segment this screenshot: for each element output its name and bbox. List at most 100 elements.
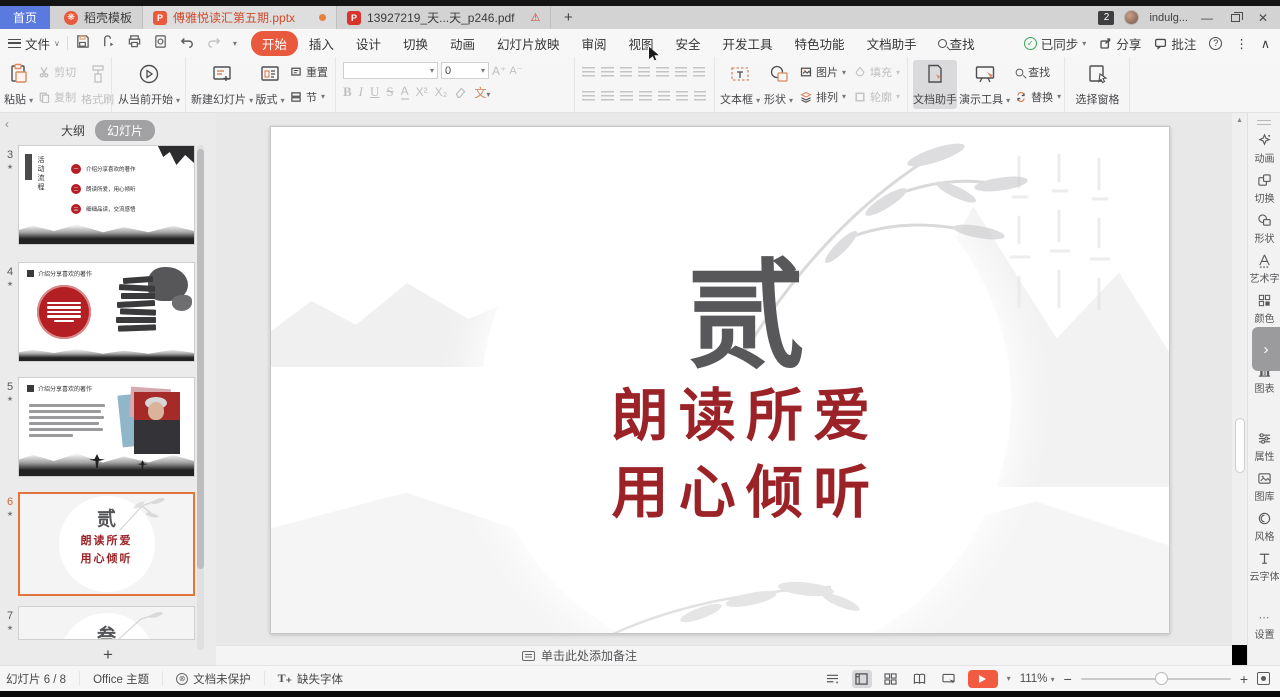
canvas-scrollbar-thumb[interactable]: [1235, 418, 1245, 473]
bold-button[interactable]: B: [343, 84, 352, 100]
sidebar-item-settings[interactable]: ⋯ 设置: [1248, 611, 1280, 641]
paragraph-settings-icon[interactable]: [693, 67, 705, 77]
print-preview-icon[interactable]: [153, 34, 168, 52]
reading-view-button[interactable]: [910, 670, 930, 688]
redo-button[interactable]: [206, 35, 222, 52]
zoom-out-button[interactable]: −: [1064, 671, 1072, 687]
menu-item-security[interactable]: 安全: [665, 31, 712, 56]
export-icon[interactable]: [101, 34, 116, 52]
menu-item-transition[interactable]: 切换: [392, 31, 439, 56]
columns-icon[interactable]: [658, 91, 670, 101]
tab-home[interactable]: 首页: [0, 6, 50, 29]
slide-sorter-button[interactable]: [881, 670, 901, 688]
play-options-caret[interactable]: ▾: [1007, 674, 1011, 683]
menu-item-devtools[interactable]: 开发工具: [712, 31, 784, 56]
user-name[interactable]: indulg...: [1149, 12, 1188, 24]
save-icon[interactable]: [75, 34, 90, 52]
section-button[interactable]: 节▾: [287, 88, 331, 106]
textbox-button[interactable]: 文本框 ▾: [720, 60, 760, 109]
slide-6-thumbnail-selected[interactable]: 贰 朗读所爱 用心倾听: [18, 492, 195, 596]
missing-fonts[interactable]: T₊ 缺失字体: [265, 671, 356, 686]
slides-tab[interactable]: 幻灯片: [95, 120, 155, 141]
doc-assistant-button[interactable]: 文档助手: [913, 60, 957, 109]
text-tool-button[interactable]: 文▾: [474, 84, 490, 101]
tab-presentation-file[interactable]: P 傅雅悦读汇第五期.pptx: [143, 6, 337, 29]
zoom-in-button[interactable]: +: [1240, 671, 1248, 687]
slide-5-thumbnail[interactable]: 介绍分享喜欢的著作: [18, 377, 195, 477]
help-button[interactable]: ?: [1209, 37, 1222, 50]
slide-canvas[interactable]: 贰 朗读所爱 用心倾听: [216, 113, 1232, 645]
font-color-button[interactable]: A: [401, 84, 409, 100]
align-left-icon[interactable]: [582, 91, 595, 101]
qat-customize-caret[interactable]: ▾: [233, 39, 237, 48]
selection-pane-button[interactable]: 选择窗格: [1070, 60, 1125, 109]
comment-button[interactable]: 批注: [1154, 34, 1196, 53]
task-count-badge[interactable]: 2: [1098, 11, 1114, 25]
tab-docer-templates[interactable]: ❋ 稻壳模板: [54, 6, 143, 29]
menu-item-design[interactable]: 设计: [345, 31, 392, 56]
notes-toggle-button[interactable]: [823, 670, 843, 688]
strikethrough-button[interactable]: S: [386, 84, 393, 100]
font-name-combo[interactable]: ▾: [343, 62, 438, 79]
notes-bar[interactable]: 单击此处添加备注: [216, 645, 1232, 665]
justify-icon[interactable]: [639, 91, 652, 101]
menu-item-slideshow[interactable]: 幻灯片放映: [486, 31, 571, 56]
sidebar-item-gallery[interactable]: 图库: [1248, 471, 1280, 503]
fill-button[interactable]: 填充▾: [851, 63, 903, 81]
present-tools-button[interactable]: 演示工具 ▾: [959, 60, 1010, 109]
replace-button[interactable]: 替换▾: [1012, 88, 1064, 106]
undo-button[interactable]: [179, 35, 195, 52]
sidebar-item-wordart[interactable]: 艺术字: [1248, 253, 1280, 285]
zoom-level[interactable]: 111% ▾: [1020, 673, 1055, 685]
outline-tab[interactable]: 大纲: [61, 122, 85, 139]
menu-item-insert[interactable]: 插入: [298, 31, 345, 56]
shrink-text-icon[interactable]: [676, 91, 688, 101]
menu-item-doc-assistant[interactable]: 文档助手: [856, 31, 928, 56]
superscript-button[interactable]: X²: [416, 85, 428, 99]
menu-item-home[interactable]: 开始: [251, 31, 298, 56]
slide-title-line-2[interactable]: 用心倾听: [611, 455, 880, 532]
user-avatar[interactable]: [1124, 10, 1139, 25]
menu-item-animation[interactable]: 动画: [439, 31, 486, 56]
sidebar-item-shapes[interactable]: 形状: [1248, 213, 1280, 245]
canvas-scrollbar[interactable]: ▲: [1232, 113, 1247, 645]
sync-status[interactable]: ✓ 已同步 ▾: [1024, 34, 1087, 53]
italic-button[interactable]: I: [359, 84, 363, 100]
panel-scrollbar[interactable]: [197, 145, 204, 650]
sidebar-item-properties[interactable]: 属性: [1248, 431, 1280, 463]
menu-item-view[interactable]: 视图: [618, 31, 665, 56]
play-from-current-button[interactable]: 从当前开始 ▾: [117, 60, 181, 109]
print-icon[interactable]: [127, 34, 142, 52]
picture-button[interactable]: 图片▾: [797, 63, 849, 81]
collapse-ribbon-button[interactable]: ∧: [1261, 36, 1270, 51]
font-size-combo[interactable]: 0▾: [441, 62, 489, 79]
slide-title-line-1[interactable]: 朗读所爱: [611, 378, 880, 455]
section-number-text[interactable]: 贰: [687, 254, 805, 378]
cut-button[interactable]: 剪切: [35, 63, 79, 81]
clear-format-icon[interactable]: [454, 86, 467, 99]
bullet-list-icon[interactable]: [582, 67, 595, 77]
restore-button[interactable]: [1226, 11, 1244, 25]
sidebar-item-cloud-fonts[interactable]: 云字体: [1248, 551, 1280, 583]
outline-button[interactable]: 轮廓▾: [851, 88, 903, 106]
document-protection[interactable]: ⊗ 文档未保护: [163, 671, 265, 686]
reset-button[interactable]: 重置: [287, 63, 331, 81]
slideshow-play-button[interactable]: [968, 670, 998, 688]
more-menu-button[interactable]: ⋮: [1235, 36, 1248, 51]
theme-name[interactable]: Office 主题: [80, 671, 163, 686]
share-button[interactable]: 分享: [1099, 34, 1141, 53]
sidebar-drag-handle[interactable]: [1257, 120, 1271, 125]
copy-button[interactable]: 复制: [35, 88, 79, 106]
shapes-button[interactable]: 形状 ▾: [762, 60, 795, 109]
expand-panel-button[interactable]: ›: [1252, 327, 1280, 371]
slide-text-block[interactable]: 贰 朗读所爱 用心倾听: [481, 135, 1011, 634]
decrease-indent-icon[interactable]: [620, 67, 632, 77]
smart-align-icon[interactable]: [694, 91, 706, 101]
zoom-slider[interactable]: [1081, 678, 1231, 680]
slide-3-thumbnail[interactable]: 活动流程 一 介绍分享喜欢的著作 二 朗读所爱，用心倾听 三 细细品读，交流感悟: [18, 145, 195, 245]
subscript-button[interactable]: X₂: [435, 85, 448, 99]
add-slide-button[interactable]: +: [0, 645, 216, 665]
file-menu[interactable]: 文件 ∨: [0, 34, 60, 53]
underline-button[interactable]: U: [370, 84, 379, 100]
sidebar-item-style[interactable]: 风格: [1248, 511, 1280, 543]
